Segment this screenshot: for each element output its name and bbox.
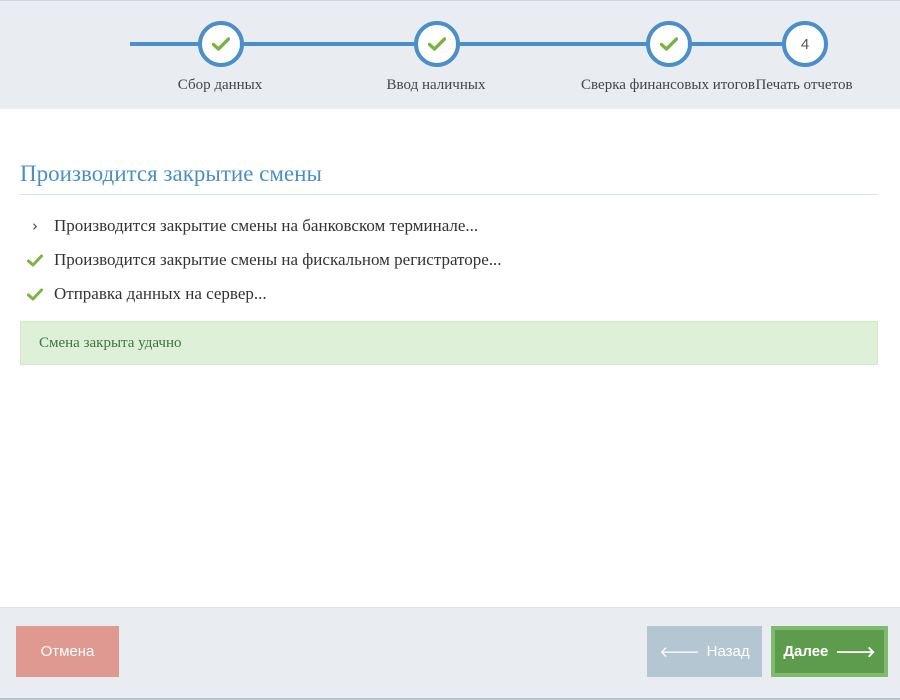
list-item: Производится закрытие смены на фискально… [20,243,878,277]
arrow-left-icon: 🡐 [659,643,700,661]
check-icon [212,37,230,51]
list-item-text: Производится закрытие смены на банковско… [54,216,479,235]
success-alert: Смена закрыта удачно [20,321,878,365]
page-title: Производится закрытие смены [20,161,878,195]
back-button[interactable]: 🡐 Назад [647,626,762,677]
step-1-circle [198,21,244,67]
step-number: 4 [800,35,810,53]
arrow-right-icon: 🡒 [835,643,876,661]
step-4-circle: 4 [782,21,828,67]
list-item-text: Производится закрытие смены на фискально… [54,250,502,269]
close-shift-wizard: Сбор данных Ввод наличных Сверка финансо… [0,0,900,700]
cancel-button-label: Отмена [40,643,95,660]
chevron-right-icon: › [32,217,38,235]
check-icon [428,37,446,51]
check-icon [24,288,46,301]
footer-bar: Отмена 🡐 Назад Далее 🡒 [0,607,900,700]
next-button[interactable]: Далее 🡒 [771,626,888,677]
progress-list: › Производится закрытие смены на банковс… [20,209,878,311]
step-label: Сбор данных [177,77,263,93]
list-item-text: Отправка данных на сервер... [54,284,267,303]
step-3-circle [646,21,692,67]
step-label: Печать отчетов [755,77,853,93]
list-item: Отправка данных на сервер... [20,277,878,311]
wizard-steps: Сбор данных Ввод наличных Сверка финансо… [0,1,900,109]
main-content: Производится закрытие смены › Производит… [20,109,878,365]
list-item: › Производится закрытие смены на банковс… [20,209,878,243]
check-icon [660,37,678,51]
step-label: Ввод наличных [386,77,486,93]
step-2-circle [414,21,460,67]
next-button-label: Далее [783,643,829,660]
check-icon [24,254,46,267]
back-button-label: Назад [706,643,750,660]
cancel-button[interactable]: Отмена [16,626,119,677]
